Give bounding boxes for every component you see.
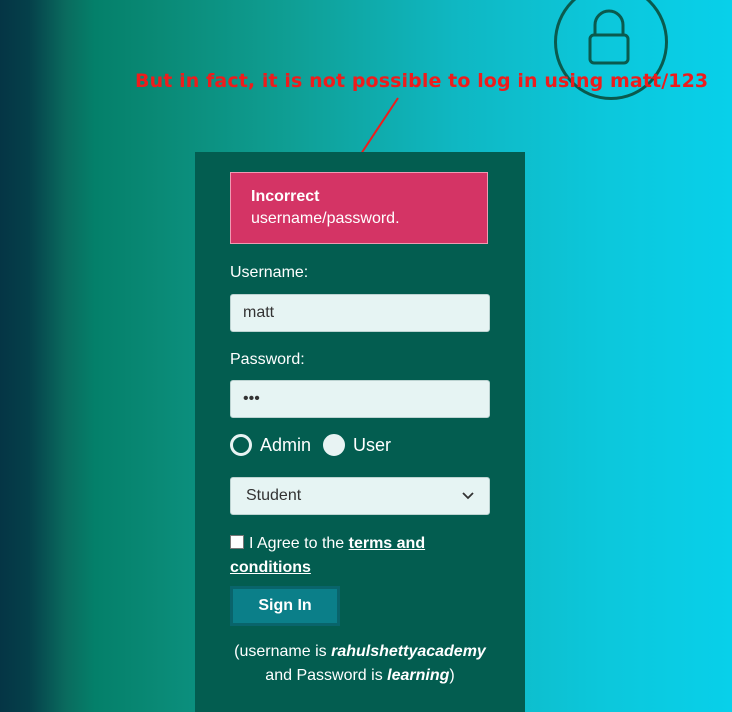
user-radio-label[interactable]: User bbox=[353, 435, 391, 456]
annotation-text: But in fact, it is not possible to log i… bbox=[135, 70, 709, 92]
sign-in-button[interactable]: Sign In bbox=[230, 586, 340, 626]
password-input[interactable]: ••• bbox=[230, 380, 490, 418]
role-radio-group: Admin User bbox=[230, 434, 403, 456]
terms-checkbox[interactable] bbox=[230, 535, 244, 549]
role-select-value: Student bbox=[246, 487, 302, 504]
chevron-down-icon bbox=[462, 492, 474, 500]
username-input[interactable]: matt bbox=[230, 294, 490, 332]
alert-title: Incorrect bbox=[251, 188, 320, 205]
credentials-hint: (username is rahulshettyacademy and Pass… bbox=[195, 640, 525, 688]
hint-middle: and Password is bbox=[265, 667, 388, 684]
agree-text: I Agree to the bbox=[249, 535, 349, 552]
password-label: Password: bbox=[230, 351, 305, 368]
admin-radio-label[interactable]: Admin bbox=[260, 435, 311, 456]
hint-username: rahulshettyacademy bbox=[331, 643, 486, 660]
hint-suffix: ) bbox=[449, 667, 455, 684]
agree-row: I Agree to the terms and conditions bbox=[230, 532, 450, 580]
user-radio[interactable] bbox=[323, 434, 346, 456]
username-label: Username: bbox=[230, 264, 309, 281]
alert-message: username/password. bbox=[251, 210, 400, 227]
login-panel: Incorrect username/password. Username: m… bbox=[195, 152, 525, 712]
role-select[interactable]: Student bbox=[230, 477, 490, 515]
error-alert: Incorrect username/password. bbox=[230, 172, 488, 244]
hint-prefix: (username is bbox=[234, 643, 332, 660]
hint-password: learning bbox=[387, 667, 450, 684]
admin-radio[interactable] bbox=[230, 434, 252, 456]
